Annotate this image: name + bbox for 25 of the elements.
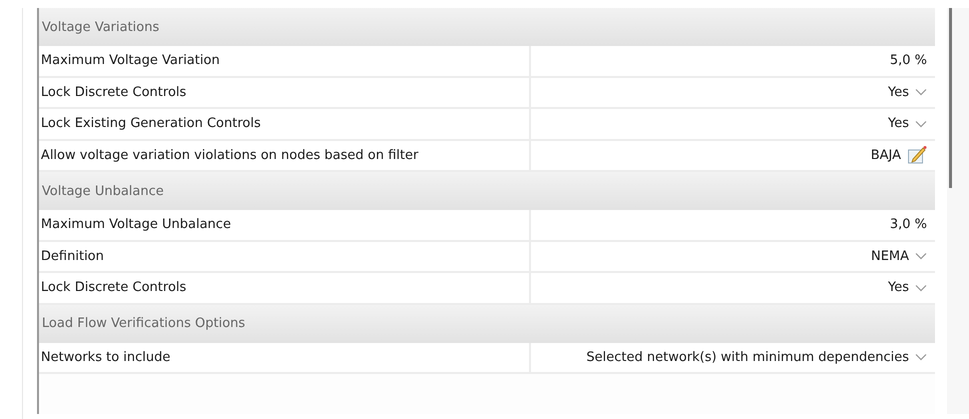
property-name: Networks to include — [38, 342, 531, 372]
dropdown-field[interactable]: Yes — [530, 109, 936, 138]
dropdown-field[interactable]: NEMA — [530, 242, 936, 271]
category-header[interactable]: Voltage Variations — [38, 8, 936, 46]
chevron-down-icon — [915, 353, 928, 362]
property-name: Maximum Voltage Unbalance — [38, 210, 531, 240]
filter-value: BAJA — [870, 148, 902, 163]
chevron-down-icon — [915, 252, 928, 260]
dropdown-field[interactable]: Selected network(s) with minimum dependencies — [530, 342, 936, 372]
dropdown-field[interactable]: Yes — [530, 78, 936, 107]
category-header[interactable]: Voltage Unbalance — [38, 172, 936, 210]
property-name: Maximum Voltage Variation — [38, 46, 531, 76]
property-name: Lock Discrete Controls — [38, 273, 531, 302]
property-name: Lock Discrete Controls — [38, 78, 531, 107]
value-field[interactable]: 3,0 % — [530, 210, 936, 240]
chevron-down-icon — [915, 284, 928, 292]
property-name: Lock Existing Generation Controls — [38, 109, 531, 138]
dropdown-field[interactable]: Yes — [530, 273, 936, 302]
value-field[interactable]: 5,0 % — [530, 46, 936, 76]
property-name: Allow voltage variation violations on nodes based on filter — [38, 140, 531, 170]
category-header[interactable]: Load Flow Verifications Options — [38, 304, 936, 342]
property-name: Definition — [38, 242, 531, 271]
chevron-down-icon — [915, 120, 928, 128]
chevron-down-icon — [915, 88, 928, 96]
edit-icon[interactable] — [907, 145, 928, 166]
